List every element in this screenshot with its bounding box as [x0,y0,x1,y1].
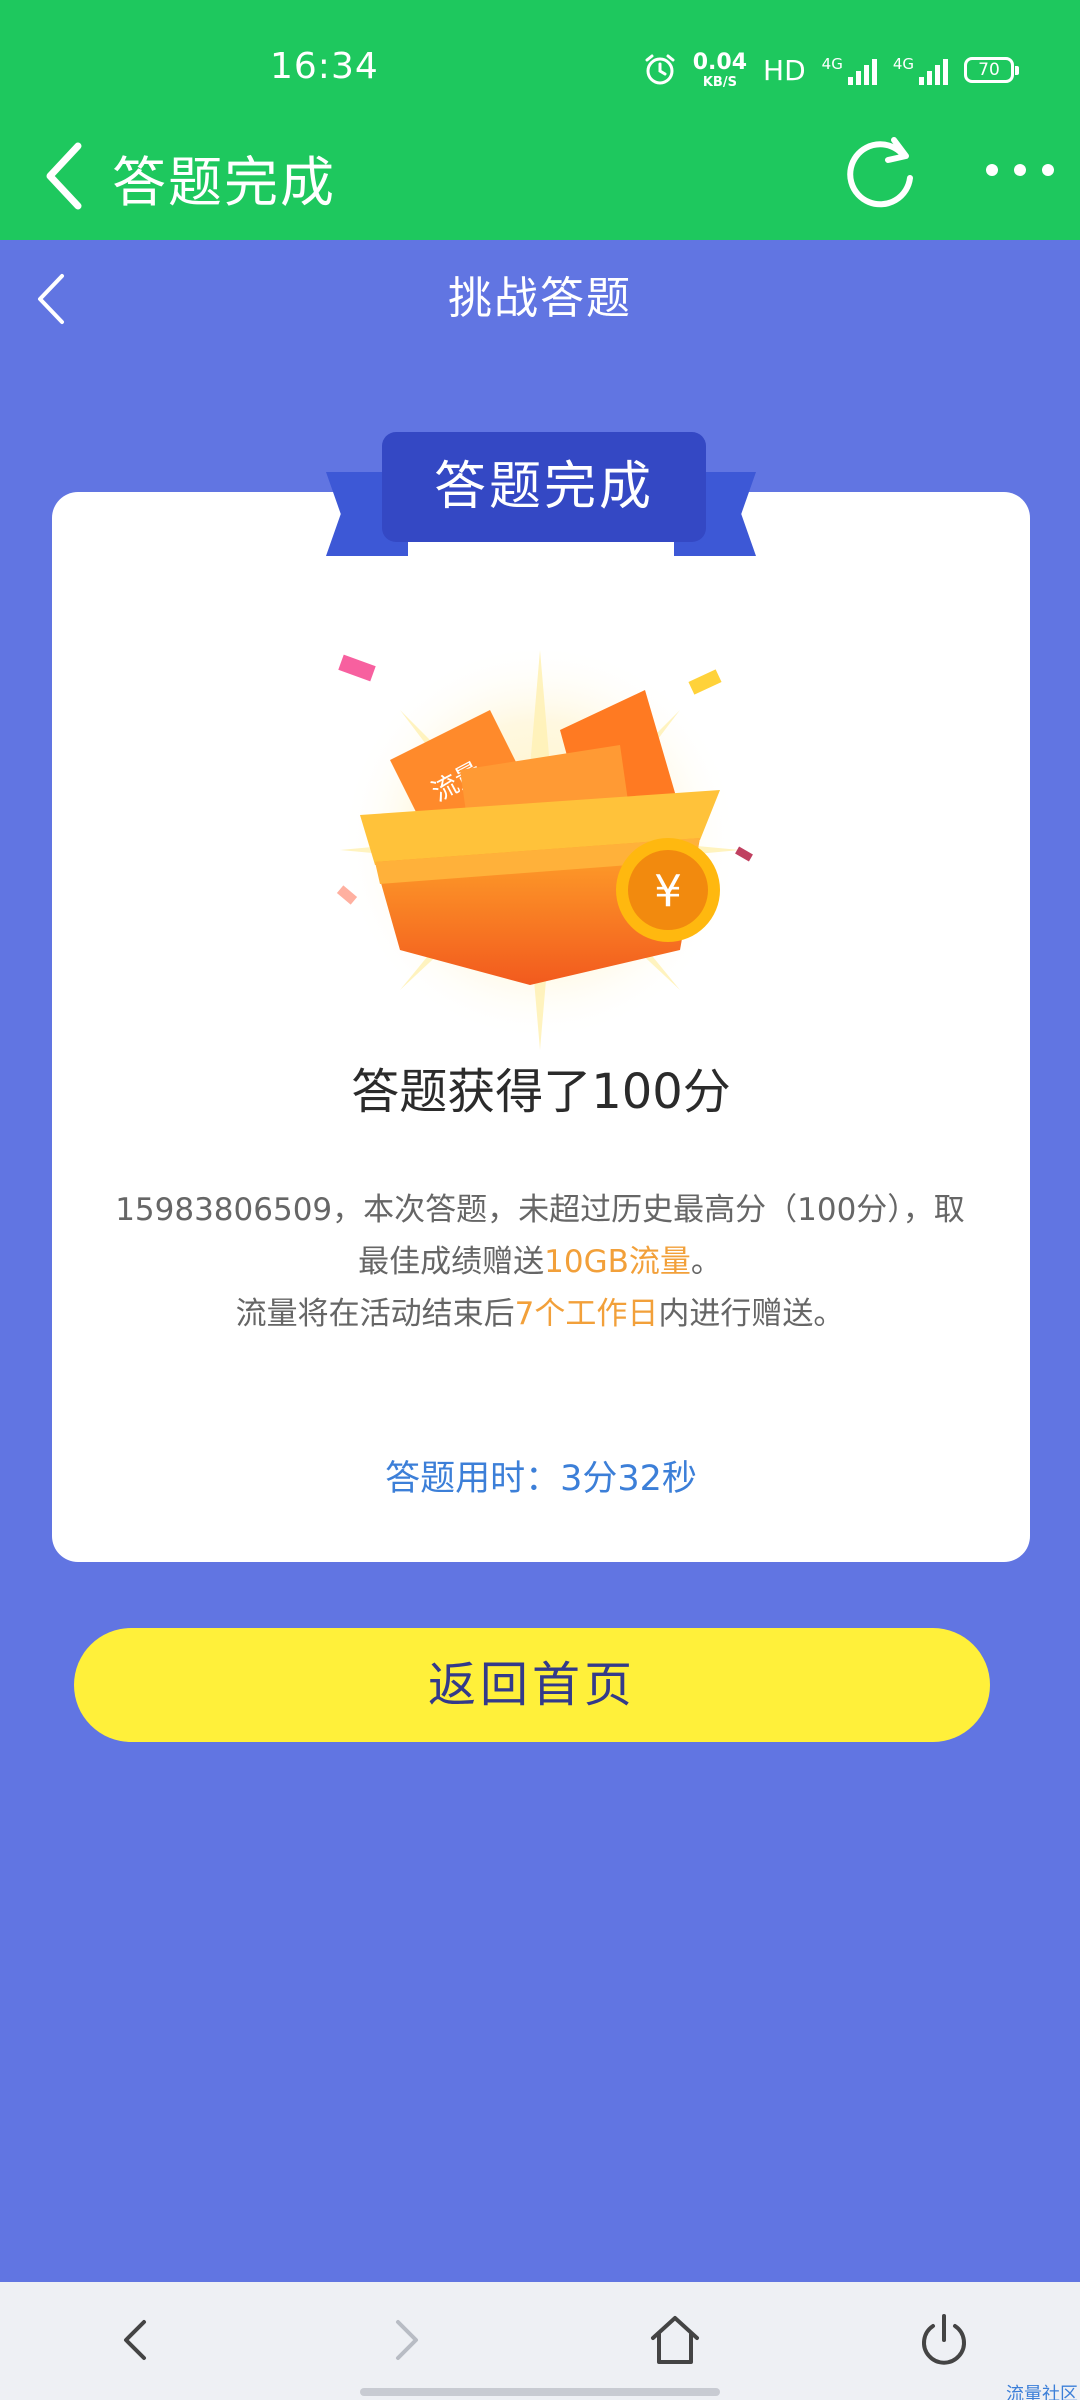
sim2-label: 4G [892,55,914,73]
power-icon[interactable] [914,2310,974,2370]
answer-timer: 答题用时：3分32秒 [385,1459,697,1499]
gift-box-illustration: 流量 流量 ¥ [336,650,753,1050]
flow-amount-highlight: 10GB流量 [544,1244,691,1280]
sim1-label: 4G [821,55,843,73]
desc-line-3: 流量将在活动结束后7个工作日内进行赠送。 [100,1288,980,1340]
desc-line-2-prefix: 最佳成绩赠送 [358,1244,545,1280]
status-icons: 0.04 KB/S HD 4G 4G 70 [643,48,1019,92]
status-time: 16:34 [270,46,379,87]
desc-line-2: 最佳成绩赠送10GB流量。 [100,1236,980,1288]
alarm-icon [645,54,675,85]
result-description: 15983806509，本次答题，未超过历史最高分（100分），取 最佳成绩赠送… [100,1184,980,1340]
app-bar: 答题完成 [0,120,1080,240]
hd-indicator: HD [763,53,806,87]
more-icon[interactable] [980,150,1060,190]
chevron-left-icon[interactable] [40,136,90,216]
signal-icon: 4G [822,55,877,85]
ribbon-title: 答题完成 [382,432,706,542]
status-bar: 16:34 0.04 KB/S HD 4G 4G 70 [0,0,1080,140]
watermark: 流量社区 [1006,2384,1078,2400]
net-speed-value: 0.04 [692,49,748,75]
coin-symbol: ¥ [654,866,682,917]
page-title: 挑战答题 [448,273,632,324]
refresh-icon[interactable] [838,128,922,212]
desc-line-3-prefix: 流量将在活动结束后 [235,1296,515,1332]
desc-line-2-suffix: 。 [690,1244,722,1280]
home-icon[interactable] [645,2310,705,2370]
bottom-nav [0,2282,1080,2400]
app-title: 答题完成 [112,151,336,214]
desc-line-3-suffix: 内进行赠送。 [658,1296,845,1332]
forward-icon[interactable] [376,2310,436,2370]
back-icon[interactable] [106,2310,166,2370]
score-text: 答题获得了100分 [351,1064,731,1120]
home-indicator[interactable] [360,2388,720,2396]
battery-icon: 70 [964,57,1019,83]
desc-line-1: 15983806509，本次答题，未超过历史最高分（100分），取 [115,1192,965,1228]
net-speed-unit: KB/S [702,74,737,90]
signal-icon: 4G [893,55,948,85]
net-speed: 0.04 KB/S [692,49,748,90]
return-home-button[interactable]: 返回首页 [74,1628,990,1742]
workday-highlight: 7个工作日 [514,1296,659,1332]
